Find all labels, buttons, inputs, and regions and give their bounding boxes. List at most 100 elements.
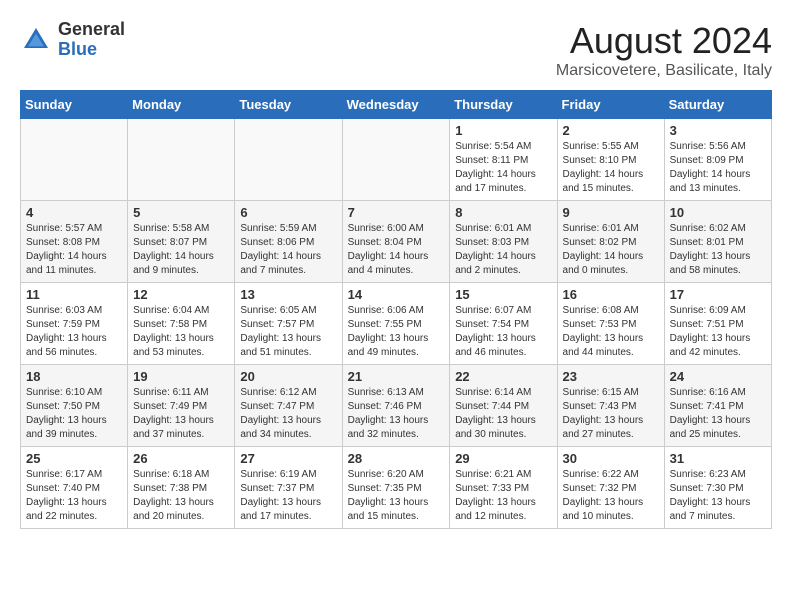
day-of-week-header: Monday	[128, 91, 235, 119]
day-number: 19	[133, 369, 229, 384]
day-number: 24	[670, 369, 766, 384]
day-info: Sunrise: 6:03 AM Sunset: 7:59 PM Dayligh…	[26, 304, 122, 360]
day-of-week-header: Friday	[557, 91, 664, 119]
day-info: Sunrise: 5:59 AM Sunset: 8:06 PM Dayligh…	[240, 222, 336, 278]
calendar-day-cell: 4 Sunrise: 5:57 AM Sunset: 8:08 PM Daylig…	[21, 201, 128, 283]
calendar-header-row: SundayMondayTuesdayWednesdayThursdayFrid…	[21, 91, 772, 119]
day-number: 9	[563, 205, 659, 220]
day-number: 8	[455, 205, 551, 220]
day-info: Sunrise: 6:21 AM Sunset: 7:33 PM Dayligh…	[455, 468, 551, 524]
calendar-week-row: 1 Sunrise: 5:54 AM Sunset: 8:11 PM Daylig…	[21, 119, 772, 201]
day-of-week-header: Tuesday	[235, 91, 342, 119]
day-info: Sunrise: 5:57 AM Sunset: 8:08 PM Dayligh…	[26, 222, 122, 278]
day-number: 30	[563, 451, 659, 466]
day-info: Sunrise: 6:09 AM Sunset: 7:51 PM Dayligh…	[670, 304, 766, 360]
day-number: 22	[455, 369, 551, 384]
calendar-day-cell: 20 Sunrise: 6:12 AM Sunset: 7:47 PM Dayli…	[235, 365, 342, 447]
day-info: Sunrise: 6:17 AM Sunset: 7:40 PM Dayligh…	[26, 468, 122, 524]
day-number: 27	[240, 451, 336, 466]
day-number: 18	[26, 369, 122, 384]
day-number: 10	[670, 205, 766, 220]
day-info: Sunrise: 6:22 AM Sunset: 7:32 PM Dayligh…	[563, 468, 659, 524]
logo-icon	[20, 24, 52, 56]
day-info: Sunrise: 6:08 AM Sunset: 7:53 PM Dayligh…	[563, 304, 659, 360]
day-info: Sunrise: 6:23 AM Sunset: 7:30 PM Dayligh…	[670, 468, 766, 524]
day-info: Sunrise: 6:01 AM Sunset: 8:03 PM Dayligh…	[455, 222, 551, 278]
calendar-day-cell: 19 Sunrise: 6:11 AM Sunset: 7:49 PM Dayli…	[128, 365, 235, 447]
day-info: Sunrise: 5:55 AM Sunset: 8:10 PM Dayligh…	[563, 140, 659, 196]
day-info: Sunrise: 6:20 AM Sunset: 7:35 PM Dayligh…	[348, 468, 445, 524]
calendar-week-row: 11Sunrise: 6:03 AM Sunset: 7:59 PM Dayli…	[21, 283, 772, 365]
calendar-day-cell	[128, 119, 235, 201]
calendar-day-cell: 28 Sunrise: 6:20 AM Sunset: 7:35 PM Dayli…	[342, 447, 450, 529]
calendar-day-cell: 29 Sunrise: 6:21 AM Sunset: 7:33 PM Dayli…	[450, 447, 557, 529]
calendar-day-cell: 24 Sunrise: 6:16 AM Sunset: 7:41 PM Dayli…	[664, 365, 771, 447]
logo-text: General Blue	[58, 20, 125, 60]
day-number: 31	[670, 451, 766, 466]
calendar-day-cell: 2 Sunrise: 5:55 AM Sunset: 8:10 PM Daylig…	[557, 119, 664, 201]
calendar-subtitle: Marsicovetere, Basilicate, Italy	[556, 62, 772, 80]
day-of-week-header: Saturday	[664, 91, 771, 119]
calendar-day-cell: 18 Sunrise: 6:10 AM Sunset: 7:50 PM Dayli…	[21, 365, 128, 447]
page-header: General Blue August 2024 Marsicovetere, …	[20, 20, 772, 80]
calendar-day-cell: 14 Sunrise: 6:06 AM Sunset: 7:55 PM Dayli…	[342, 283, 450, 365]
day-info: Sunrise: 5:54 AM Sunset: 8:11 PM Dayligh…	[455, 140, 551, 196]
calendar-day-cell: 30 Sunrise: 6:22 AM Sunset: 7:32 PM Dayli…	[557, 447, 664, 529]
day-info: Sunrise: 6:18 AM Sunset: 7:38 PM Dayligh…	[133, 468, 229, 524]
calendar-day-cell: 10 Sunrise: 6:02 AM Sunset: 8:01 PM Dayli…	[664, 201, 771, 283]
day-info: Sunrise: 6:01 AM Sunset: 8:02 PM Dayligh…	[563, 222, 659, 278]
day-info: Sunrise: 6:11 AM Sunset: 7:49 PM Dayligh…	[133, 386, 229, 442]
calendar-day-cell: 15Sunrise: 6:07 AM Sunset: 7:54 PM Dayli…	[450, 283, 557, 365]
day-number: 13	[240, 287, 336, 302]
day-number: 15	[455, 287, 551, 302]
day-info: Sunrise: 6:12 AM Sunset: 7:47 PM Dayligh…	[240, 386, 336, 442]
day-number: 20	[240, 369, 336, 384]
day-info: Sunrise: 6:06 AM Sunset: 7:55 PM Dayligh…	[348, 304, 445, 360]
calendar-day-cell	[21, 119, 128, 201]
day-info: Sunrise: 6:16 AM Sunset: 7:41 PM Dayligh…	[670, 386, 766, 442]
day-number: 5	[133, 205, 229, 220]
calendar-day-cell: 22 Sunrise: 6:14 AM Sunset: 7:44 PM Dayli…	[450, 365, 557, 447]
calendar-title: August 2024	[556, 20, 772, 62]
calendar-day-cell: 3Sunrise: 5:56 AM Sunset: 8:09 PM Daylig…	[664, 119, 771, 201]
calendar-day-cell: 27 Sunrise: 6:19 AM Sunset: 7:37 PM Dayli…	[235, 447, 342, 529]
day-number: 29	[455, 451, 551, 466]
calendar-day-cell: 13 Sunrise: 6:05 AM Sunset: 7:57 PM Dayli…	[235, 283, 342, 365]
day-info: Sunrise: 5:58 AM Sunset: 8:07 PM Dayligh…	[133, 222, 229, 278]
calendar-day-cell: 31 Sunrise: 6:23 AM Sunset: 7:30 PM Dayli…	[664, 447, 771, 529]
day-number: 6	[240, 205, 336, 220]
day-info: Sunrise: 6:05 AM Sunset: 7:57 PM Dayligh…	[240, 304, 336, 360]
title-area: August 2024 Marsicovetere, Basilicate, I…	[556, 20, 772, 80]
day-info: Sunrise: 6:19 AM Sunset: 7:37 PM Dayligh…	[240, 468, 336, 524]
day-info: Sunrise: 6:14 AM Sunset: 7:44 PM Dayligh…	[455, 386, 551, 442]
day-number: 12	[133, 287, 229, 302]
calendar-day-cell: 25Sunrise: 6:17 AM Sunset: 7:40 PM Dayli…	[21, 447, 128, 529]
calendar-day-cell: 9 Sunrise: 6:01 AM Sunset: 8:02 PM Daylig…	[557, 201, 664, 283]
day-number: 1	[455, 123, 551, 138]
calendar-day-cell: 21Sunrise: 6:13 AM Sunset: 7:46 PM Dayli…	[342, 365, 450, 447]
day-info: Sunrise: 6:00 AM Sunset: 8:04 PM Dayligh…	[348, 222, 445, 278]
day-of-week-header: Sunday	[21, 91, 128, 119]
calendar-day-cell: 23Sunrise: 6:15 AM Sunset: 7:43 PM Dayli…	[557, 365, 664, 447]
calendar-day-cell	[342, 119, 450, 201]
calendar-day-cell: 1 Sunrise: 5:54 AM Sunset: 8:11 PM Daylig…	[450, 119, 557, 201]
calendar-week-row: 25Sunrise: 6:17 AM Sunset: 7:40 PM Dayli…	[21, 447, 772, 529]
day-number: 16	[563, 287, 659, 302]
day-number: 2	[563, 123, 659, 138]
day-info: Sunrise: 6:10 AM Sunset: 7:50 PM Dayligh…	[26, 386, 122, 442]
calendar-day-cell: 7Sunrise: 6:00 AM Sunset: 8:04 PM Daylig…	[342, 201, 450, 283]
day-number: 28	[348, 451, 445, 466]
calendar-day-cell: 5 Sunrise: 5:58 AM Sunset: 8:07 PM Daylig…	[128, 201, 235, 283]
day-info: Sunrise: 6:13 AM Sunset: 7:46 PM Dayligh…	[348, 386, 445, 442]
day-info: Sunrise: 6:02 AM Sunset: 8:01 PM Dayligh…	[670, 222, 766, 278]
day-number: 4	[26, 205, 122, 220]
day-number: 17	[670, 287, 766, 302]
day-number: 14	[348, 287, 445, 302]
calendar-week-row: 4 Sunrise: 5:57 AM Sunset: 8:08 PM Daylig…	[21, 201, 772, 283]
day-number: 26	[133, 451, 229, 466]
calendar-day-cell: 17 Sunrise: 6:09 AM Sunset: 7:51 PM Dayli…	[664, 283, 771, 365]
day-info: Sunrise: 6:04 AM Sunset: 7:58 PM Dayligh…	[133, 304, 229, 360]
calendar-table: SundayMondayTuesdayWednesdayThursdayFrid…	[20, 90, 772, 529]
calendar-week-row: 18 Sunrise: 6:10 AM Sunset: 7:50 PM Dayli…	[21, 365, 772, 447]
calendar-day-cell: 11Sunrise: 6:03 AM Sunset: 7:59 PM Dayli…	[21, 283, 128, 365]
